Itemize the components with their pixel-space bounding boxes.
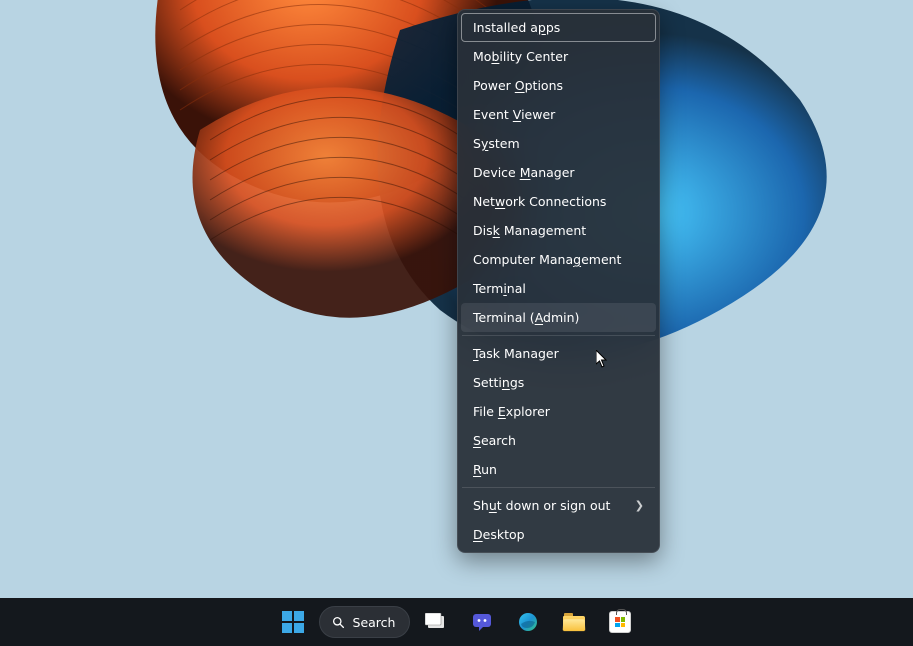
search-icon xyxy=(332,616,345,629)
menu-item-power-options[interactable]: Power Options xyxy=(461,71,656,100)
start-button[interactable] xyxy=(273,602,313,642)
task-view-button[interactable] xyxy=(416,602,456,642)
menu-item-computer-management[interactable]: Computer Management xyxy=(461,245,656,274)
menu-item-search[interactable]: Search xyxy=(461,426,656,455)
chevron-right-icon: ❯ xyxy=(635,499,644,512)
menu-separator xyxy=(462,335,655,336)
menu-item-system[interactable]: System xyxy=(461,129,656,158)
menu-item-file-explorer[interactable]: File Explorer xyxy=(461,397,656,426)
taskbar-edge-button[interactable] xyxy=(508,602,548,642)
microsoft-store-icon xyxy=(609,611,631,633)
menu-item-settings[interactable]: Settings xyxy=(461,368,656,397)
taskbar-store-button[interactable] xyxy=(600,602,640,642)
menu-item-device-manager[interactable]: Device Manager xyxy=(461,158,656,187)
menu-item-installed-apps[interactable]: Installed apps xyxy=(461,13,656,42)
menu-separator xyxy=(462,487,655,488)
search-label: Search xyxy=(353,615,396,630)
menu-item-desktop[interactable]: Desktop xyxy=(461,520,656,549)
menu-item-run[interactable]: Run xyxy=(461,455,656,484)
taskbar-search[interactable]: Search xyxy=(319,606,411,638)
menu-item-terminal[interactable]: Terminal xyxy=(461,274,656,303)
menu-item-disk-management[interactable]: Disk Management xyxy=(461,216,656,245)
task-view-icon xyxy=(425,613,447,631)
menu-item-shutdown-signout[interactable]: Shut down or sign out ❯ xyxy=(461,491,656,520)
menu-item-event-viewer[interactable]: Event Viewer xyxy=(461,100,656,129)
taskbar: Search xyxy=(0,598,913,646)
windows-logo-icon xyxy=(282,611,304,633)
desktop[interactable]: Installed apps Mobility Center Power Opt… xyxy=(0,0,913,646)
edge-icon xyxy=(517,611,539,633)
menu-item-network-connections[interactable]: Network Connections xyxy=(461,187,656,216)
menu-item-mobility-center[interactable]: Mobility Center xyxy=(461,42,656,71)
menu-item-terminal-admin[interactable]: Terminal (Admin) xyxy=(461,303,656,332)
chat-icon xyxy=(471,611,493,633)
file-explorer-icon xyxy=(563,613,585,631)
taskbar-chat-button[interactable] xyxy=(462,602,502,642)
menu-item-task-manager[interactable]: Task Manager xyxy=(461,339,656,368)
winx-context-menu: Installed apps Mobility Center Power Opt… xyxy=(457,9,660,553)
taskbar-file-explorer-button[interactable] xyxy=(554,602,594,642)
